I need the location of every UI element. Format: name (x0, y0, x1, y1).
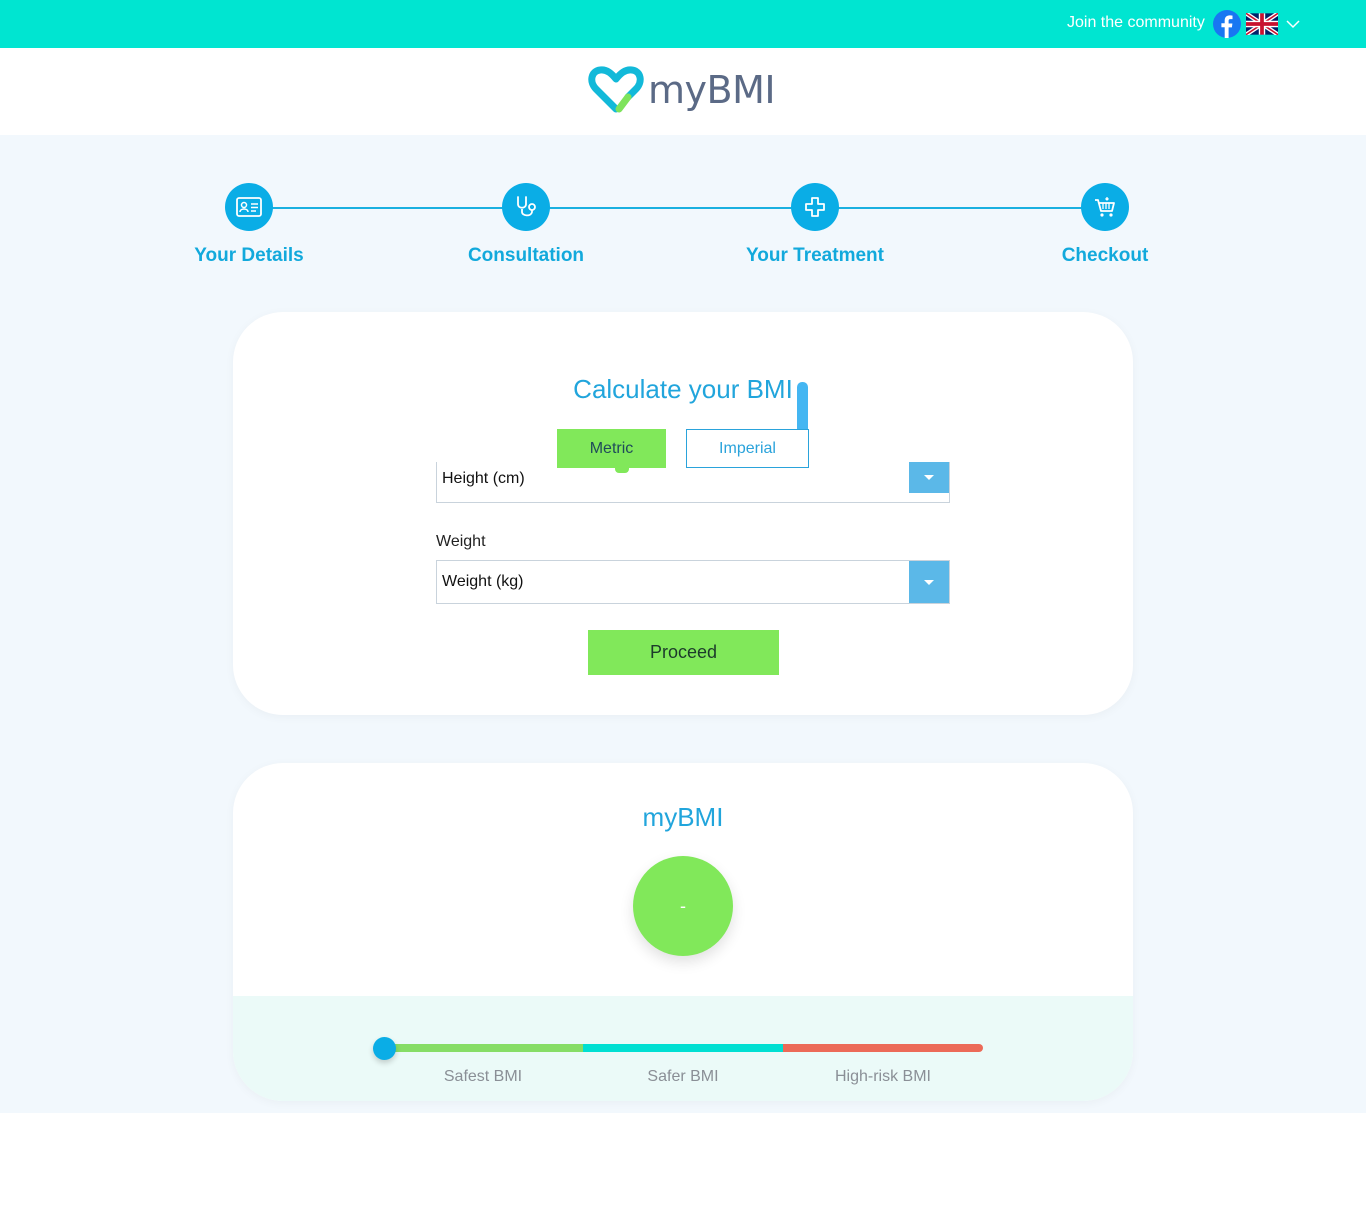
steps-connector (249, 207, 1105, 209)
uk-flag-icon[interactable] (1246, 13, 1278, 35)
site-header: myBMI (0, 48, 1366, 135)
scale-label-high-risk: High-risk BMI (834, 1068, 931, 1085)
join-community-link[interactable]: Join the community (1067, 14, 1205, 32)
step-consultation[interactable] (502, 183, 550, 231)
bmi-result-card: myBMI - Safest BMI Safer BMI High-risk B… (233, 763, 1133, 1101)
dropdown-arrow-icon[interactable] (909, 561, 949, 603)
height-select[interactable]: Height (cm) (436, 462, 950, 503)
calculator-title: Calculate your BMI (573, 374, 793, 404)
dropdown-arrow-icon[interactable] (909, 462, 949, 493)
cart-icon (1095, 197, 1115, 217)
weight-select[interactable]: Weight (kg) (436, 560, 950, 604)
step-checkout[interactable] (1081, 183, 1129, 231)
scale-segment-safest (383, 1044, 583, 1052)
heart-logo-icon (588, 66, 644, 113)
id-card-icon (236, 197, 262, 217)
site-logo[interactable]: myBMI (588, 65, 776, 115)
scale-segment-safer (583, 1044, 783, 1052)
step-your-treatment[interactable] (791, 183, 839, 231)
height-select-value: Height (cm) (442, 470, 525, 487)
chevron-down-icon[interactable] (1286, 17, 1300, 31)
bmi-calculator-card: Calculate your BMI Height (cm) Metric Im… (233, 312, 1133, 715)
bmi-value: - (680, 895, 686, 916)
metric-tab-button[interactable]: Metric (557, 429, 666, 473)
scale-segment-high-risk (783, 1044, 983, 1052)
logo-wordmark: myBMI (648, 68, 776, 112)
step-label[interactable]: Your Treatment (715, 245, 915, 267)
weight-select-value: Weight (kg) (442, 573, 524, 590)
imperial-tab-button[interactable]: Imperial (686, 429, 809, 468)
facebook-icon[interactable] (1213, 10, 1241, 38)
step-label[interactable]: Your Details (149, 245, 349, 267)
proceed-button[interactable]: Proceed (588, 630, 779, 675)
scale-label-safer: Safer BMI (647, 1068, 719, 1085)
step-label[interactable]: Checkout (1005, 245, 1205, 267)
step-your-details[interactable] (225, 183, 273, 231)
bmi-scale: Safest BMI Safer BMI High-risk BMI (233, 996, 1133, 1101)
medical-cross-icon (805, 197, 825, 217)
selected-indicator (615, 467, 629, 473)
scale-label-safest: Safest BMI (443, 1068, 523, 1085)
stethoscope-icon (517, 196, 536, 217)
bmi-value-circle: - (633, 856, 733, 956)
weight-label: Weight (436, 533, 486, 550)
metric-tab-label: Metric (589, 439, 634, 457)
result-title: myBMI (642, 802, 724, 832)
scale-indicator-knob[interactable] (373, 1037, 396, 1060)
main-content: Your Details Consultation Your Treatment… (0, 135, 1366, 1113)
top-bar: Join the community (0, 0, 1366, 48)
step-label[interactable]: Consultation (426, 245, 626, 267)
imperial-tab-label: Imperial (719, 439, 776, 457)
